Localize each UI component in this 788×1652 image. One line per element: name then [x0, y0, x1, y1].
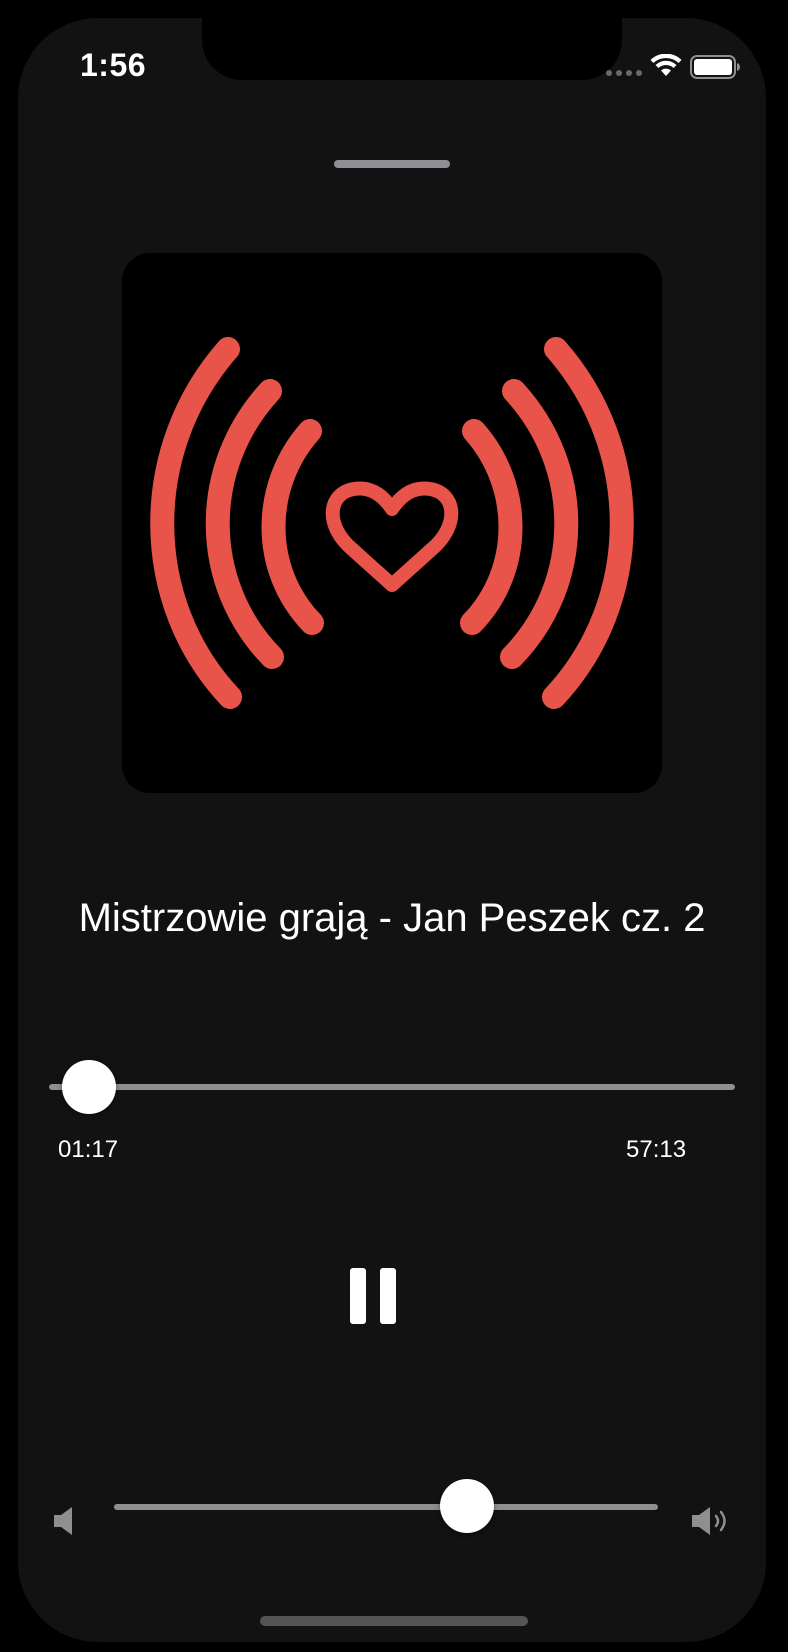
sheet-grabber[interactable]: [334, 160, 450, 168]
elapsed-time: 01:17: [58, 1136, 119, 1163]
volume-thumb[interactable]: [440, 1479, 494, 1533]
device-frame: 1:56 Mistrzowie grają - Jan Peszek cz. 2…: [0, 0, 788, 1652]
total-duration: 57:13: [626, 1136, 687, 1163]
status-time: 1:56: [80, 47, 147, 83]
speaker-low-icon: [54, 1507, 72, 1535]
playback-progress-slider[interactable]: [49, 1084, 735, 1090]
app-screen: 1:56 Mistrzowie grają - Jan Peszek cz. 2…: [18, 18, 766, 1642]
wifi-icon: [650, 54, 682, 76]
home-indicator[interactable]: [260, 1616, 528, 1626]
broadcast-heart-icon: [150, 337, 634, 709]
pause-icon-bar: [380, 1268, 396, 1324]
album-artwork: [122, 253, 662, 793]
pause-button[interactable]: [340, 1260, 416, 1332]
battery-icon: [690, 55, 740, 79]
volume-slider[interactable]: [114, 1504, 658, 1510]
cellular-signal-icon: [606, 70, 642, 78]
track-title: Mistrzowie grają - Jan Peszek cz. 2: [78, 896, 706, 940]
device-notch: [202, 18, 622, 80]
speaker-high-icon: [692, 1507, 726, 1535]
playback-progress-thumb[interactable]: [62, 1060, 116, 1114]
pause-icon: [350, 1268, 366, 1324]
